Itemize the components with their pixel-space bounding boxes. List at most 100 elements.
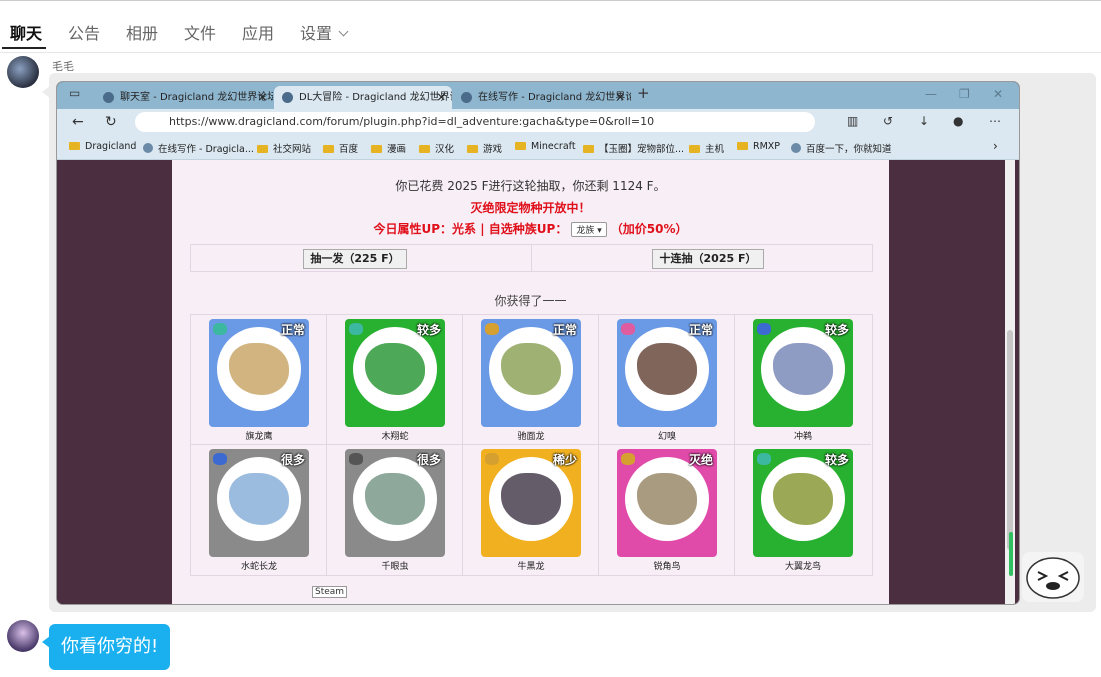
browser-tab-label: 聊天室 - Dragicland 龙幻世界论坛 (120, 92, 273, 103)
sender-name: 毛毛 (52, 60, 74, 73)
limited-banner: 灭绝限定物种开放中！ (470, 201, 591, 215)
up-suffix: （加价50%） (610, 222, 688, 236)
rarity-label: 灭绝 (688, 453, 713, 467)
element-icon (485, 323, 499, 335)
laughing-face-icon (1026, 557, 1080, 599)
rarity-label: 较多 (824, 323, 849, 337)
bookmark-item: 漫画 (371, 141, 406, 155)
creature-card: 正常 (481, 319, 581, 427)
folder-icon (689, 145, 700, 153)
close-icon: ✕ (436, 91, 446, 104)
creature-cell: 正常 幻嗅 (599, 315, 735, 445)
creature-card: 正常 (617, 319, 717, 427)
browser-tab-label: 在线写作 - Dragicland 龙幻世界论坛 (478, 92, 631, 103)
tab-actions-icon: ▭ (69, 86, 81, 100)
ten-draw-cell: 十连抽（2025 F） (531, 245, 872, 271)
creature-name: 驰面龙 (517, 432, 545, 442)
result-grid: 正常 旗龙鹰 较多 木翔蛇 正常 驰面龙 正常 幻嗅 较多 冲鹈 很多 水蛇长龙 很多 千眼虫 稀少 牛黑龙灭… (190, 314, 873, 576)
folder-icon (323, 145, 334, 153)
close-icon: ✕ (615, 91, 625, 104)
bookmark-item: 游戏 (467, 141, 502, 155)
up-line: 今日属性UP：光系 | 自选种族UP： 龙族 ▾ （加价50%） (172, 220, 889, 237)
download-icon: ↓ (919, 114, 930, 128)
creature-card: 较多 (753, 319, 853, 427)
creature-name: 锐角鸟 (653, 562, 681, 572)
rarity-label: 很多 (280, 453, 305, 467)
creature-name: 大翼龙鸟 (784, 562, 821, 572)
page-viewport: 你已花费 2025 F进行这轮抽取，你还剩 1124 F。 灭绝限定物种开放中！… (57, 160, 1019, 604)
group-nav-tabs: 聊天 公告 相册 文件 应用 设置 (0, 0, 1101, 53)
creature-card: 稀少 (481, 449, 581, 557)
tab-album[interactable]: 相册 (126, 20, 158, 44)
bookmark-item: 百度一下，你就知道 (791, 141, 892, 155)
progress-indicator (1009, 532, 1013, 576)
folder-icon (69, 142, 80, 150)
bookmark-label: 【玉圈】宠物部位... (599, 144, 685, 155)
draw-buttons: 抽一发（225 F） 十连抽（2025 F） (190, 244, 873, 272)
sticker-image[interactable] (1022, 552, 1084, 602)
bookmarks-bar: Dragicland 在线写作 - Dragicla... 社交网站 百度 漫画… (57, 136, 1019, 160)
chevron-right-icon: › (993, 139, 998, 153)
creature-card: 较多 (345, 319, 445, 427)
more-icon: ⋯ (989, 114, 1001, 128)
bookmark-label: 社交网站 (273, 144, 312, 155)
rarity-label: 稀少 (552, 453, 577, 467)
element-icon (349, 453, 363, 465)
bookmark-label: 漫画 (387, 144, 407, 155)
text-message-bubble[interactable]: 你看你穷的! (49, 624, 171, 670)
element-icon (621, 453, 635, 465)
single-draw-cell: 抽一发（225 F） (191, 245, 531, 271)
browser-addressbar: ← ↻ https://www.dragicland.com/forum/plu… (57, 109, 1019, 136)
rarity-label: 很多 (416, 453, 441, 467)
site-icon (791, 143, 801, 153)
tab-chat[interactable]: 聊天 (10, 20, 42, 44)
browser-tab-active: DL大冒险 - Dragicland 龙幻世界论坛✕ (274, 86, 452, 109)
race-select-value: 龙族 (576, 226, 595, 236)
tab-apps[interactable]: 应用 (242, 20, 274, 44)
split-icon: ▥ (847, 114, 859, 128)
avatar[interactable] (7, 56, 39, 88)
tab-files[interactable]: 文件 (184, 20, 216, 44)
creature-card: 正常 (209, 319, 309, 427)
url-field: https://www.dragicland.com/forum/plugin.… (135, 112, 815, 132)
gacha-page: 你已花费 2025 F进行这轮抽取，你还剩 1124 F。 灭绝限定物种开放中！… (172, 160, 889, 604)
active-tab-indicator (2, 47, 46, 49)
bookmark-item: 汉化 (419, 141, 454, 155)
creature-cell: 很多 水蛇长龙 (191, 445, 327, 575)
new-tab-icon: + (637, 84, 650, 102)
tab-settings[interactable]: 设置 (300, 20, 349, 44)
folder-icon (737, 142, 748, 150)
bookmark-item: 主机 (689, 141, 724, 155)
single-draw-button: 抽一发（225 F） (303, 249, 407, 269)
folder-icon (257, 145, 268, 153)
element-icon (621, 323, 635, 335)
site-icon (143, 143, 153, 153)
history-icon: ↺ (883, 114, 894, 128)
avatar[interactable] (7, 620, 39, 652)
site-icon (282, 91, 293, 103)
creature-cell: 灭绝锐角鸟 (599, 445, 735, 575)
cost-text: 你已花费 2025 F进行这轮抽取，你还剩 1124 F。 (395, 179, 666, 193)
browser-tab-label: DL大冒险 - Dragicland 龙幻世界论坛 (299, 92, 452, 103)
creature-cell: 正常 旗龙鹰 (191, 315, 327, 445)
bookmark-item: 在线写作 - Dragicla... (143, 141, 254, 155)
bookmark-label: 百度一下，你就知道 (806, 144, 892, 155)
folder-icon (467, 145, 478, 153)
url-text: https://www.dragicland.com/forum/plugin.… (169, 115, 655, 128)
creature-cell: 较多 大翼龙鸟 (735, 445, 871, 575)
creature-card: 较多 (753, 449, 853, 557)
creature-card: 灭绝 (617, 449, 717, 557)
tab-announcements[interactable]: 公告 (68, 20, 100, 44)
bookmark-label: Dragicland (85, 141, 137, 152)
element-icon (485, 453, 499, 465)
browser-tab: 聊天室 - Dragicland 龙幻世界论坛 ✕ (95, 86, 273, 109)
close-icon: ✕ (257, 91, 267, 104)
bookmark-item: 社交网站 (257, 141, 311, 155)
screenshot-image[interactable]: ▭ 聊天室 - Dragicland 龙幻世界论坛 ✕ DL大冒险 - Dragi… (57, 82, 1019, 604)
folder-icon (515, 142, 526, 150)
element-icon (213, 453, 227, 465)
creature-name: 千眼虫 (381, 562, 409, 572)
element-icon (757, 323, 771, 335)
browser-tabbar: ▭ 聊天室 - Dragicland 龙幻世界论坛 ✕ DL大冒险 - Dragi… (57, 82, 1019, 109)
element-icon (213, 323, 227, 335)
